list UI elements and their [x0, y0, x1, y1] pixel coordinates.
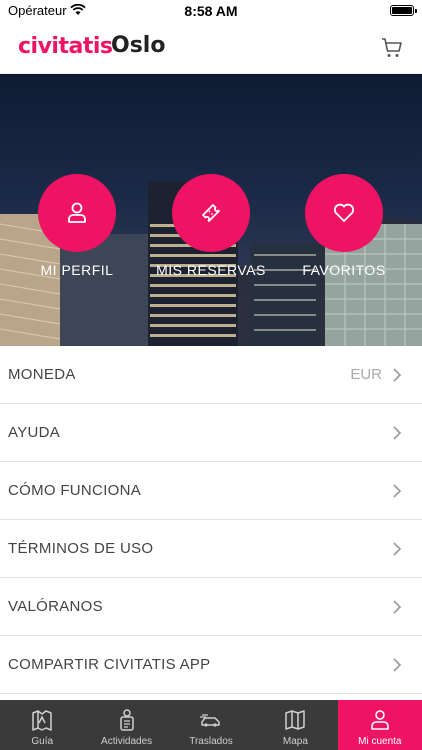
heart-icon — [333, 203, 355, 222]
guide-book-icon — [32, 710, 52, 731]
hero-action-label: FAVORITOS — [302, 262, 386, 278]
tab-bar: Guía Actividades Traslados Mapa Mi cuent… — [0, 700, 422, 750]
tab-label: Actividades — [101, 736, 153, 747]
city-title: Oslo — [111, 33, 166, 58]
favorites-button[interactable]: FAVORITOS — [289, 174, 399, 278]
tab-label: Mi cuenta — [358, 736, 402, 747]
menu-item-terms[interactable]: TÉRMINOS DE USO — [0, 520, 422, 578]
currency-value: EUR — [350, 366, 382, 383]
chevron-right-icon — [393, 600, 402, 614]
menu-item-rate-us[interactable]: VALÓRANOS — [0, 578, 422, 636]
hero-action-circle[interactable] — [172, 174, 250, 252]
hero-action-circle[interactable] — [305, 174, 383, 252]
chevron-right-icon — [393, 542, 402, 556]
chevron-right-icon — [393, 368, 402, 382]
map-icon — [285, 710, 306, 730]
chevron-right-icon — [393, 426, 402, 440]
hero-action-label: MI PERFIL — [40, 262, 114, 278]
tab-my-account[interactable]: Mi cuenta — [337, 700, 422, 750]
menu-item-label: CÓMO FUNCIONA — [8, 482, 142, 499]
menu-item-label: VALÓRANOS — [8, 598, 103, 615]
app-header: civitatis Oslo — [0, 22, 422, 74]
tab-label: Traslados — [189, 736, 233, 747]
my-bookings-button[interactable]: MIS RESERVAS — [156, 174, 266, 278]
menu-item-share-app[interactable]: COMPARTIR CIVITATIS APP — [0, 636, 422, 694]
my-profile-button[interactable]: MI PERFIL — [22, 174, 132, 278]
tab-guide[interactable]: Guía — [0, 700, 84, 750]
transfer-car-icon — [200, 714, 220, 727]
menu-item-how-it-works[interactable]: CÓMO FUNCIONA — [0, 462, 422, 520]
clock: 8:58 AM — [184, 3, 238, 19]
tab-label: Guía — [31, 736, 54, 747]
tab-map[interactable]: Mapa — [253, 700, 337, 750]
chevron-right-icon — [393, 484, 402, 498]
menu-item-currency[interactable]: MONEDA EUR — [0, 346, 422, 404]
battery-icon — [390, 5, 417, 16]
status-bar: Opérateur 8:58 AM — [0, 0, 422, 22]
chevron-right-icon — [393, 658, 402, 672]
hero-action-label: MIS RESERVAS — [156, 262, 266, 278]
cart-icon[interactable] — [380, 36, 404, 60]
menu-item-help[interactable]: AYUDA — [0, 404, 422, 462]
hero-action-circle[interactable] — [38, 174, 116, 252]
activities-icon — [119, 709, 134, 731]
user-icon — [68, 202, 86, 223]
account-menu: MONEDA EUR AYUDA CÓMO FUNCIONA TÉRMINOS … — [0, 346, 422, 694]
account-icon — [371, 710, 389, 730]
tab-activities[interactable]: Actividades — [84, 700, 168, 750]
tab-transfers[interactable]: Traslados — [169, 700, 253, 750]
brand-logo: civitatis — [18, 34, 113, 59]
menu-item-label: AYUDA — [8, 424, 61, 441]
menu-item-label: TÉRMINOS DE USO — [8, 540, 154, 557]
tab-label: Mapa — [282, 736, 308, 747]
menu-item-label: MONEDA — [8, 366, 76, 383]
menu-item-label: COMPARTIR CIVITATIS APP — [8, 656, 211, 673]
hero-banner: MI PERFIL MIS RESERVAS FAVORITOS — [0, 74, 422, 346]
ticket-icon — [202, 204, 220, 222]
